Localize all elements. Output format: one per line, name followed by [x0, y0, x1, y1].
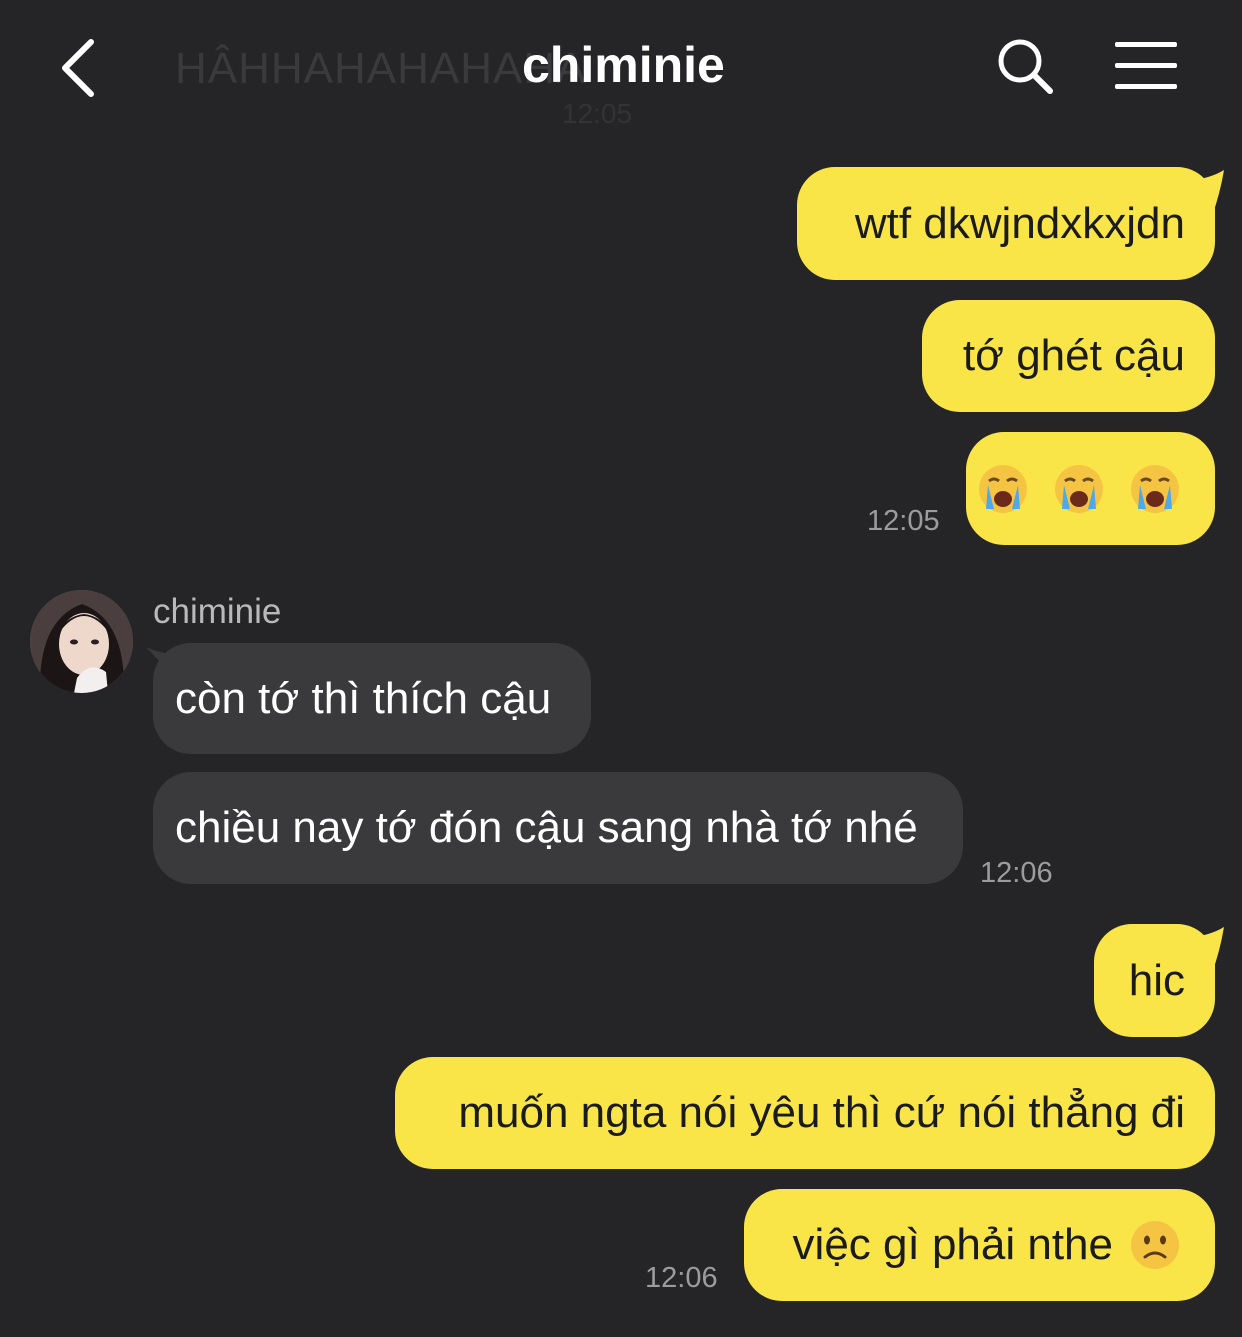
outgoing-message[interactable]: việc gì phải nthe: [744, 1189, 1215, 1301]
search-icon: [998, 39, 1053, 94]
outgoing-message[interactable]: muốn ngta nói yêu thì cứ nói thẳng đi: [395, 1057, 1215, 1169]
search-button[interactable]: [995, 36, 1055, 96]
avatar[interactable]: [30, 590, 133, 693]
menu-button[interactable]: [1113, 40, 1179, 92]
message-text: wtf dkwjndxkxjdn: [854, 198, 1185, 248]
sender-name: chiminie: [153, 592, 282, 631]
incoming-message[interactable]: còn tớ thì thích cậu: [153, 643, 591, 754]
emoji-group: [977, 462, 1181, 515]
outgoing-message[interactable]: hic: [1094, 924, 1215, 1037]
message-text: hic: [1128, 955, 1185, 1005]
crying-face-icon: [978, 465, 1027, 514]
chat-header: HÂHHAHAHAHAHA 12:05 chiminie: [0, 0, 1242, 135]
message-text: muốn ngta nói yêu thì cứ nói thẳng đi: [458, 1088, 1185, 1137]
ghost-timestamp: 12:05: [562, 98, 633, 129]
profile-photo-icon: [30, 590, 133, 693]
chevron-left-icon: [62, 39, 94, 97]
crying-face-icon: [1131, 465, 1179, 514]
back-button[interactable]: [55, 36, 105, 100]
chat-title: chiminie: [522, 37, 725, 93]
message-text: tớ ghét cậu: [962, 331, 1185, 380]
incoming-message[interactable]: chiều nay tớ đón cậu sang nhà tớ nhé: [153, 772, 963, 884]
outgoing-message[interactable]: wtf dkwjndxkxjdn: [797, 167, 1215, 280]
outgoing-message[interactable]: tớ ghét cậu: [922, 300, 1215, 412]
message-timestamp: 12:06: [645, 1262, 718, 1294]
crying-face-icon: [1054, 465, 1103, 514]
message-text: việc gì phải nthe: [792, 1220, 1113, 1269]
hamburger-menu-icon: [1115, 42, 1177, 89]
frowning-face-icon: [1131, 1221, 1179, 1269]
message-text: chiều nay tớ đón cậu sang nhà tớ nhé: [175, 803, 918, 852]
message-timestamp: 12:05: [867, 505, 940, 537]
message-timestamp: 12:06: [980, 857, 1053, 889]
outgoing-message[interactable]: [966, 432, 1215, 545]
message-text: còn tớ thì thích cậu: [175, 673, 552, 723]
